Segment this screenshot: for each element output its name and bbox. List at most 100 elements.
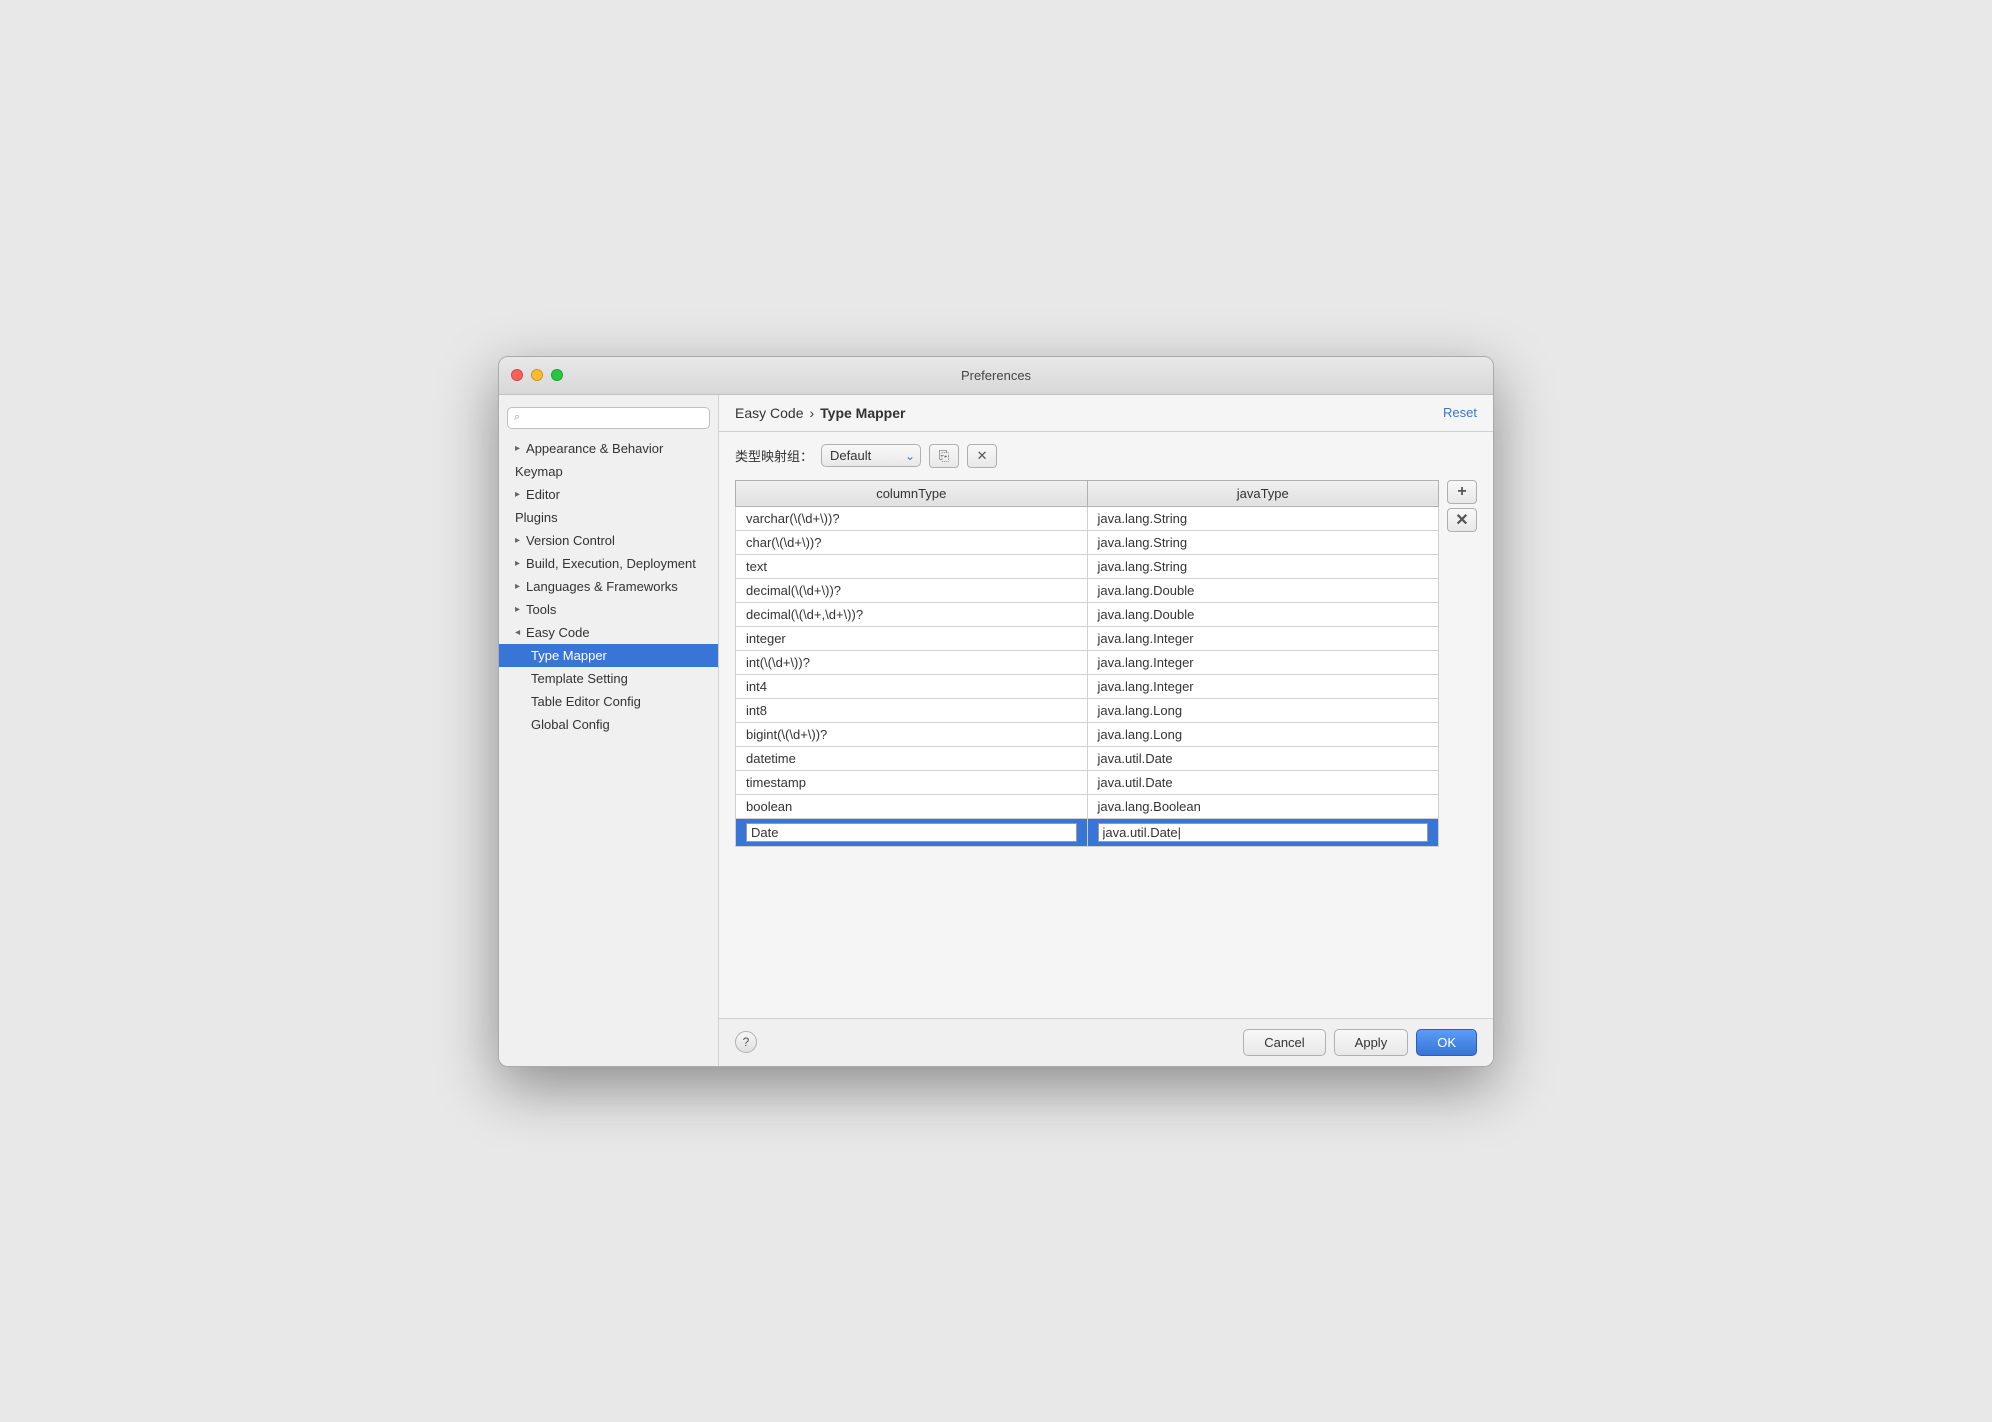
table-cell-columntype: text [736,554,1088,578]
sidebar-item-easycode[interactable]: ▾Easy Code [499,621,718,644]
table-row[interactable]: timestampjava.util.Date [736,770,1439,794]
titlebar: Preferences [499,357,1493,395]
table-wrapper: columnType javaType varchar(\(\d+\))?jav… [735,480,1477,847]
sidebar-item-build[interactable]: ▸ Build, Execution, Deployment [499,552,718,575]
sidebar-item-table-editor[interactable]: Table Editor Config [499,690,718,713]
chevron-right-icon: ▾ [512,629,523,634]
table-row[interactable]: bigint(\(\d+\))?java.lang.Long [736,722,1439,746]
table-cell-javatype: java.lang.Integer [1087,650,1439,674]
sidebar-item-label: Global Config [531,717,610,732]
chevron-right-icon: ▸ [515,489,520,500]
table-row[interactable]: decimal(\(\d+\))?java.lang.Double [736,578,1439,602]
x-icon: ✕ [977,448,988,464]
sidebar-item-editor[interactable]: ▸Editor [499,483,718,506]
table-row[interactable]: datetimejava.util.Date [736,746,1439,770]
breadcrumb-parent: Easy Code [735,405,803,421]
breadcrumb-separator: › [809,405,814,421]
panel-header: Easy Code › Type Mapper Reset [719,395,1493,432]
sidebar-item-label: Tools [526,602,556,617]
minimize-button[interactable] [531,369,543,381]
search-input[interactable] [524,411,703,425]
table-row[interactable]: booleanjava.lang.Boolean [736,794,1439,818]
table-body: varchar(\(\d+\))?java.lang.Stringchar(\(… [736,506,1439,846]
chevron-right-icon: ▸ [515,604,520,615]
table-cell-javatype: java.lang.Integer [1087,674,1439,698]
copy-button[interactable]: ⎘ [929,444,959,468]
delete-group-button[interactable]: ✕ [967,444,997,468]
table-row[interactable]: int4java.lang.Integer [736,674,1439,698]
type-table: columnType javaType varchar(\(\d+\))?jav… [735,480,1439,847]
table-row[interactable]: char(\(\d+\))?java.lang.String [736,530,1439,554]
delete-row-button[interactable]: ✕ [1447,508,1477,532]
table-cell-columntype [736,818,1088,846]
bottom-bar: ? Cancel Apply OK [719,1018,1493,1066]
plus-icon: + [1457,483,1466,501]
table-row[interactable]: int(\(\d+\))?java.lang.Integer [736,650,1439,674]
table-actions: + ✕ [1447,480,1477,532]
table-cell-javatype: java.lang.Integer [1087,626,1439,650]
table-cell-columntype: decimal(\(\d+,\d+\))? [736,602,1088,626]
sidebar-item-label: Keymap [515,464,563,479]
table-cell-javatype [1087,818,1439,846]
cancel-button[interactable]: Cancel [1243,1029,1325,1056]
sidebar-item-label: Build, Execution, Deployment [526,556,696,571]
sidebar-item-plugins[interactable]: Plugins [499,506,718,529]
window-controls [511,369,563,381]
sidebar-item-keymap[interactable]: Keymap [499,460,718,483]
table-cell-javatype: java.lang.Boolean [1087,794,1439,818]
table-cell-columntype: timestamp [736,770,1088,794]
chevron-right-icon: ▸ [515,558,520,569]
table-cell-columntype: datetime [736,746,1088,770]
table-cell-columntype: int(\(\d+\))? [736,650,1088,674]
reset-button[interactable]: Reset [1443,405,1477,420]
table-input-columntype[interactable] [746,823,1077,842]
table-row[interactable]: integerjava.lang.Integer [736,626,1439,650]
table-input-javatype[interactable] [1098,823,1429,842]
table-cell-javatype: java.lang.Double [1087,602,1439,626]
table-cell-columntype: int4 [736,674,1088,698]
right-panel: Easy Code › Type Mapper Reset 类型映射组： Def… [719,395,1493,1066]
help-button[interactable]: ? [735,1031,757,1053]
help-icon: ? [743,1035,750,1049]
sidebar-item-appearance[interactable]: ▸Appearance & Behavior [499,437,718,460]
sidebar-item-type-mapper[interactable]: Type Mapper [499,644,718,667]
type-mapper-toolbar: 类型映射组： Default ⌄ ⎘ ✕ [735,444,1477,468]
table-cell-columntype: boolean [736,794,1088,818]
table-cell-columntype: decimal(\(\d+\))? [736,578,1088,602]
table-cell-javatype: java.util.Date [1087,746,1439,770]
sidebar-item-label: Plugins [515,510,558,525]
sidebar-item-tools[interactable]: ▸ Tools [499,598,718,621]
table-cell-javatype: java.lang.String [1087,506,1439,530]
panel-body: 类型映射组： Default ⌄ ⎘ ✕ [719,432,1493,1018]
sidebar-item-label: Type Mapper [531,648,607,663]
table-row[interactable]: int8java.lang.Long [736,698,1439,722]
table-row[interactable] [736,818,1439,846]
table-cell-columntype: bigint(\(\d+\))? [736,722,1088,746]
table-row[interactable]: textjava.lang.String [736,554,1439,578]
sidebar-item-languages[interactable]: ▸Languages & Frameworks [499,575,718,598]
mapper-select[interactable]: Default [821,444,921,467]
table-cell-javatype: java.lang.String [1087,554,1439,578]
table-row[interactable]: varchar(\(\d+\))?java.lang.String [736,506,1439,530]
close-button[interactable] [511,369,523,381]
apply-button[interactable]: Apply [1334,1029,1409,1056]
search-box[interactable]: ⌕ [507,407,710,429]
col-header-columntype: columnType [736,480,1088,506]
sidebar-item-version-control[interactable]: ▸Version Control [499,529,718,552]
col-header-javatype: javaType [1087,480,1439,506]
ok-button[interactable]: OK [1416,1029,1477,1056]
sidebar-item-template-setting[interactable]: Template Setting [499,667,718,690]
table-cell-columntype: int8 [736,698,1088,722]
table-cell-columntype: integer [736,626,1088,650]
sidebar-item-label: Easy Code [526,625,590,640]
maximize-button[interactable] [551,369,563,381]
table-cell-javatype: java.lang.Double [1087,578,1439,602]
add-row-button[interactable]: + [1447,480,1477,504]
sidebar-item-label: Template Setting [531,671,628,686]
sidebar-item-label: Languages & Frameworks [526,579,678,594]
preferences-window: Preferences ⌕ ▸Appearance & Behavior Keym… [498,356,1494,1067]
chevron-right-icon: ▸ [515,443,520,454]
main-content: ⌕ ▸Appearance & Behavior Keymap ▸Editor Plu… [499,395,1493,1066]
sidebar-item-global-config[interactable]: Global Config [499,713,718,736]
table-row[interactable]: decimal(\(\d+,\d+\))?java.lang.Double [736,602,1439,626]
